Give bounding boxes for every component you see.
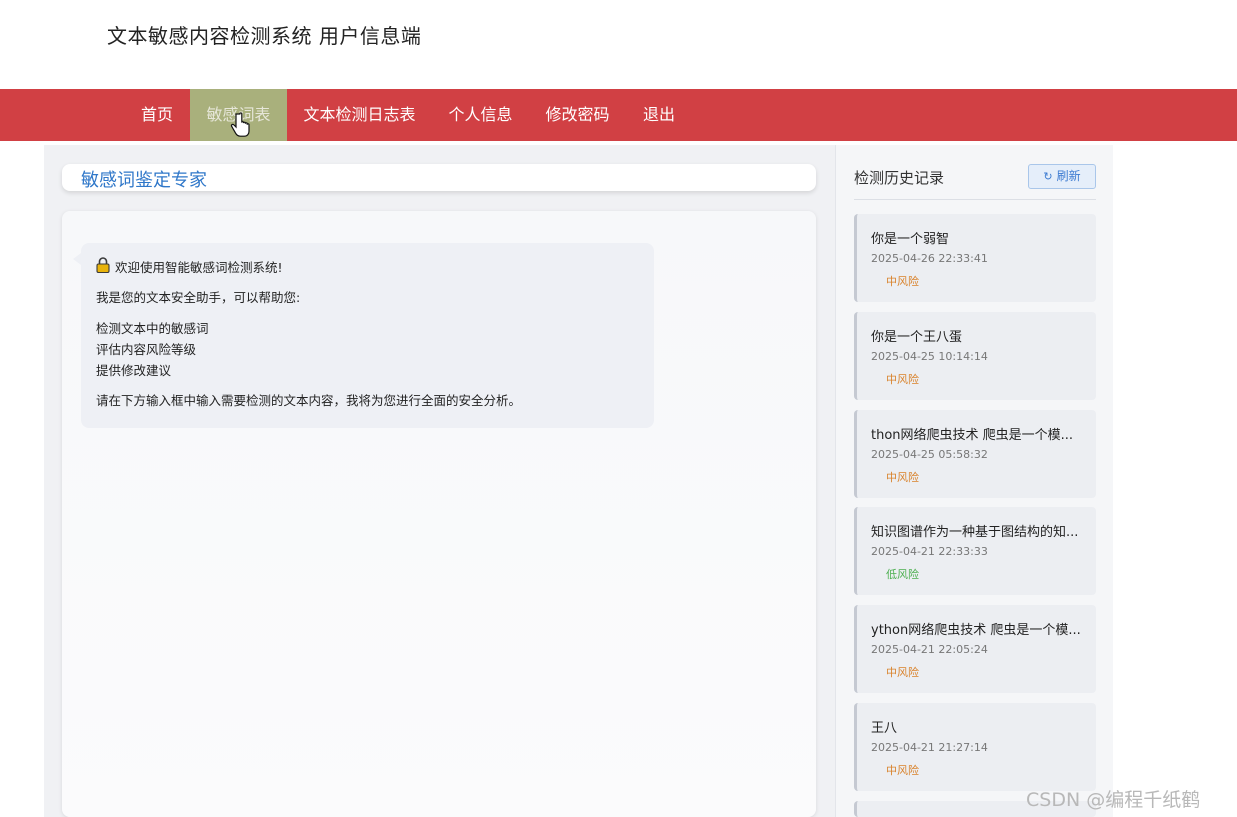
history-item[interactable]: 知识图谱作为一种基于图结构的知... 2025-04-21 22:33:33 低…	[854, 507, 1096, 595]
refresh-icon: ↻	[1043, 170, 1053, 183]
nav-item-logout[interactable]: 退出	[626, 89, 692, 141]
history-time: 2025-04-21 22:05:24	[871, 643, 988, 656]
risk-badge: 中风险	[886, 471, 919, 484]
history-text: 你是一个王八蛋	[871, 330, 963, 345]
history-title: 检测历史记录	[854, 169, 945, 187]
history-item[interactable]: 你是一个王八蛋 2025-04-25 10:14:14 中风险	[854, 312, 1096, 400]
risk-badge: 中风险	[886, 764, 919, 777]
history-text: thon网络爬虫技术 爬虫是一个模...	[871, 428, 1074, 443]
welcome-intro: 我是您的文本安全助手，可以帮助您:	[96, 290, 301, 305]
lock-icon	[96, 257, 110, 273]
nav-item-profile[interactable]: 个人信息	[432, 89, 529, 141]
history-text: ython网络爬虫技术 爬虫是一个模...	[871, 623, 1081, 638]
history-time: 2025-04-21 21:27:14	[871, 741, 988, 754]
history-text: 知识图谱作为一种基于图结构的知...	[871, 525, 1079, 540]
history-text: 你是一个弱智	[871, 232, 950, 247]
risk-badge: 中风险	[886, 275, 919, 288]
refresh-button[interactable]: ↻ 刷新	[1028, 164, 1096, 189]
refresh-label: 刷新	[1056, 169, 1081, 183]
feature-item: 检测文本中的敏感词	[96, 321, 209, 336]
welcome-message: 欢迎使用智能敏感词检测系统! 我是您的文本安全助手，可以帮助您: 检测文本中的敏…	[73, 243, 654, 428]
divider	[854, 199, 1096, 200]
welcome-instruction: 请在下方输入框中输入需要检测的文本内容，我将为您进行全面的安全分析。	[96, 393, 522, 408]
app-title: 文本敏感内容检测系统 用户信息端	[107, 24, 422, 48]
feature-item: 提供修改建议	[96, 363, 172, 378]
app-header: 文本敏感内容检测系统 用户信息端	[0, 0, 1237, 89]
history-text: 王八	[871, 721, 898, 736]
feature-item: 评估内容风险等级	[96, 342, 197, 357]
expert-header: 敏感词鉴定专家	[62, 164, 816, 191]
nav-item-home[interactable]: 首页	[124, 89, 190, 141]
history-time: 2025-04-21 22:33:33	[871, 545, 988, 558]
risk-badge: 中风险	[886, 666, 919, 679]
nav-item-detection-log[interactable]: 文本检测日志表	[287, 89, 432, 141]
nav-bar: 首页 敏感词表 文本检测日志表 个人信息 修改密码 退出	[0, 89, 1237, 141]
watermark: CSDN @编程千纸鹤	[1026, 789, 1201, 811]
bubble-tail	[73, 253, 81, 265]
history-item[interactable]: 你是一个弱智 2025-04-26 22:33:41 中风险	[854, 214, 1096, 302]
history-time: 2025-04-25 05:58:32	[871, 448, 988, 461]
hand-cursor-icon	[230, 112, 250, 137]
welcome-heading: 欢迎使用智能敏感词检测系统!	[115, 260, 283, 275]
history-time: 2025-04-25 10:14:14	[871, 350, 988, 363]
history-item[interactable]: thon网络爬虫技术 爬虫是一个模... 2025-04-25 05:58:32…	[854, 410, 1096, 498]
history-time: 2025-04-26 22:33:41	[871, 252, 988, 265]
risk-badge: 中风险	[886, 373, 919, 386]
risk-badge: 低风险	[886, 568, 919, 581]
history-item[interactable]: 王八 2025-04-21 21:27:14 中风险	[854, 703, 1096, 791]
nav-item-change-password[interactable]: 修改密码	[529, 89, 626, 141]
history-item[interactable]: ython网络爬虫技术 爬虫是一个模... 2025-04-21 22:05:2…	[854, 605, 1096, 693]
expert-title: 敏感词鉴定专家	[81, 170, 207, 191]
